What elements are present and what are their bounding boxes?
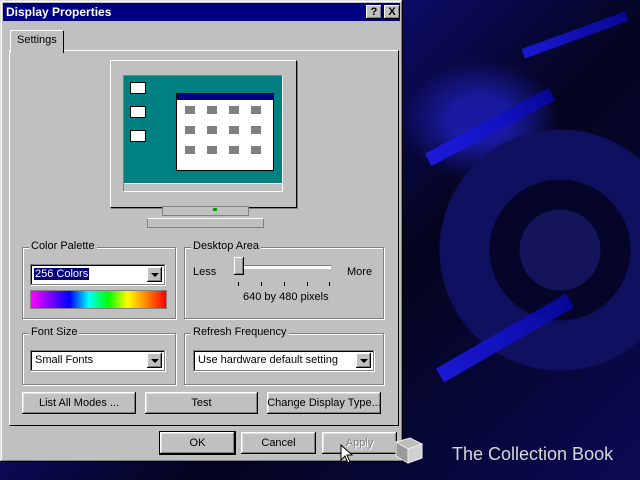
background-streak: [436, 293, 574, 383]
color-palette-select[interactable]: 256 Colors: [30, 264, 165, 285]
font-size-label: Font Size: [29, 326, 80, 338]
background-streak: [424, 87, 556, 167]
monitor-neck: [162, 206, 249, 216]
refresh-frequency-label: Refresh Frequency: [191, 326, 289, 338]
preview-folder-icon: [185, 106, 195, 114]
recycle-bin-icon: [130, 130, 146, 142]
dropdown-arrow-icon[interactable]: [147, 353, 162, 368]
change-display-type-button[interactable]: Change Display Type...: [267, 392, 381, 414]
desktop-area-slider-thumb[interactable]: [234, 257, 244, 275]
font-size-value: Small Fonts: [35, 354, 94, 366]
preview-folder-icon: [251, 126, 261, 134]
slider-tick: [329, 282, 330, 286]
desktop-area-label: Desktop Area: [191, 240, 262, 252]
preview-folder-icon: [251, 106, 261, 114]
window-title: Display Properties: [6, 5, 112, 19]
color-palette-label: Color Palette: [29, 240, 97, 252]
monitor-stand: [147, 218, 264, 228]
preview-window: [176, 93, 274, 171]
refresh-frequency-value: Use hardware default setting: [198, 354, 339, 366]
color-spectrum-bar: [30, 290, 167, 309]
slider-tick: [261, 282, 262, 286]
tab-settings[interactable]: Settings: [10, 30, 64, 53]
ok-button[interactable]: OK: [159, 431, 236, 455]
preview-folder-icon: [207, 106, 217, 114]
network-icon: [130, 106, 146, 118]
monitor-power-led: [213, 208, 217, 211]
preview-folder-icon: [229, 106, 239, 114]
desktop-area-slider-track: [237, 265, 331, 269]
preview-folder-icon: [229, 146, 239, 154]
slider-more-label: More: [347, 266, 373, 278]
book-icon: [394, 437, 424, 464]
preview-folder-icon: [229, 126, 239, 134]
refresh-frequency-select[interactable]: Use hardware default setting: [193, 350, 374, 371]
help-button[interactable]: ?: [366, 5, 382, 19]
preview-window-title: [177, 94, 273, 100]
slider-less-label: Less: [193, 266, 217, 278]
title-bar[interactable]: Display Properties ? X: [3, 3, 400, 21]
preview-folder-icon: [207, 146, 217, 154]
slider-tick: [307, 282, 308, 286]
font-size-select[interactable]: Small Fonts: [30, 350, 165, 371]
tab-settings-label: Settings: [17, 34, 57, 46]
monitor-preview-screen: [123, 75, 283, 192]
slider-tick: [238, 282, 239, 286]
preview-taskbar: [124, 183, 282, 191]
preview-folder-icon: [251, 146, 261, 154]
dropdown-arrow-icon[interactable]: [147, 267, 162, 282]
my-computer-icon: [130, 82, 146, 94]
close-button[interactable]: X: [384, 5, 400, 19]
preview-folder-icon: [185, 126, 195, 134]
mouse-cursor-icon: [340, 444, 354, 464]
dropdown-arrow-icon[interactable]: [356, 353, 371, 368]
cancel-button[interactable]: Cancel: [241, 432, 316, 454]
preview-folder-icon: [207, 126, 217, 134]
display-properties-dialog: Display Properties ? X Settings Color Pa…: [0, 0, 403, 462]
apply-button[interactable]: Apply: [322, 432, 397, 454]
watermark-text: The Collection Book: [452, 444, 614, 464]
color-palette-value: 256 Colors: [32, 267, 91, 281]
preview-folder-icon: [185, 146, 195, 154]
list-all-modes-button[interactable]: List All Modes ...: [22, 392, 136, 414]
test-button[interactable]: Test: [145, 392, 258, 414]
background-streak: [521, 11, 629, 59]
slider-tick: [284, 282, 285, 286]
resolution-text: 640 by 480 pixels: [243, 291, 329, 303]
